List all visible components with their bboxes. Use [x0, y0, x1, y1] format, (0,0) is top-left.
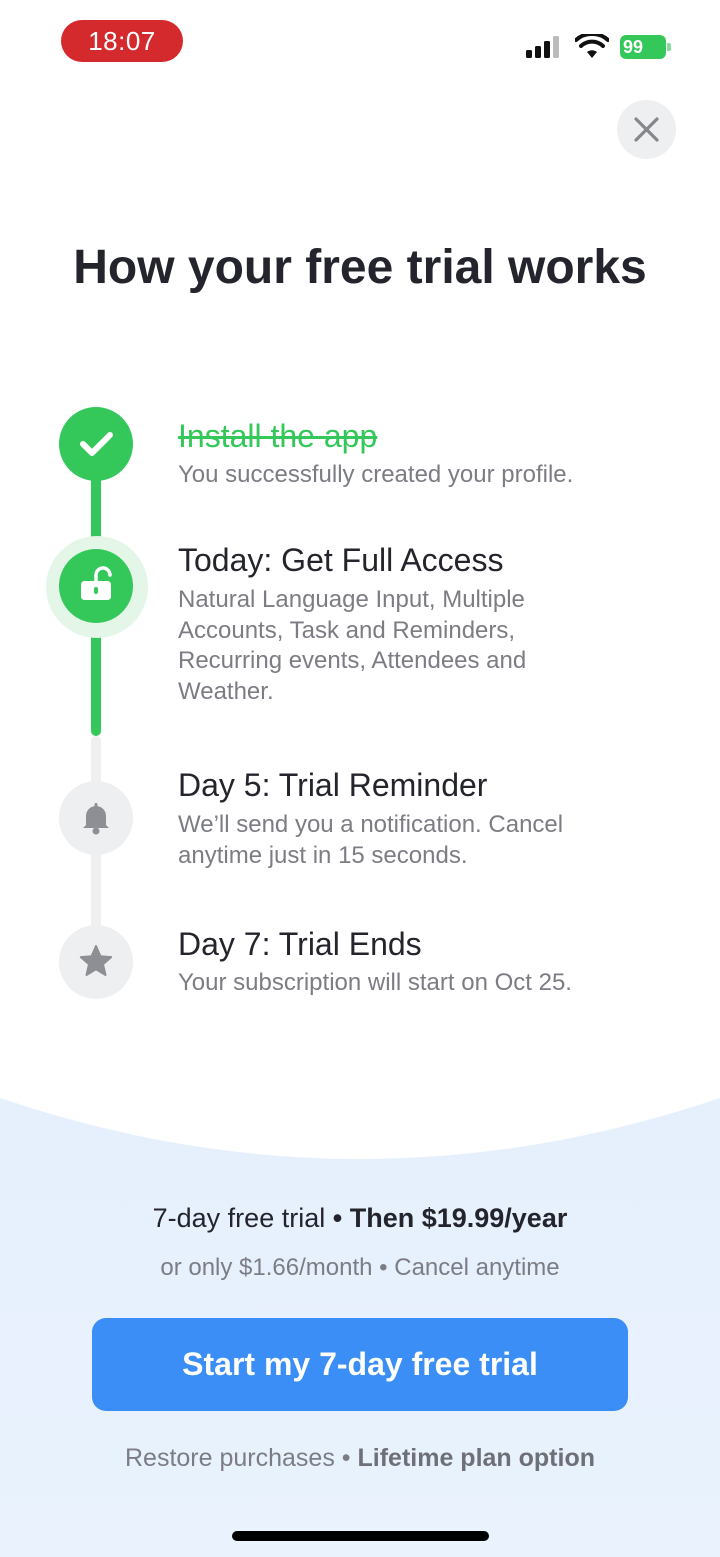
- footer-links: Restore purchases • Lifetime plan option: [0, 1444, 720, 1473]
- step-desc-day7: Your subscription will start on Oct 25.: [178, 969, 572, 996]
- pricing-summary: 7-day free trial • Then $19.99/year: [0, 1203, 720, 1234]
- cancel-anytime-text: Cancel anytime: [394, 1254, 560, 1281]
- step-node-completed: [59, 407, 133, 481]
- footer-separator: •: [341, 1444, 351, 1472]
- trial-length-text: 7-day free trial: [152, 1203, 326, 1233]
- step-desc-install: You successfully created your profile.: [178, 461, 574, 488]
- page-title: How your free trial works: [73, 241, 647, 294]
- battery-level: 99: [623, 37, 644, 57]
- monthly-price-text: or only $1.66/month: [160, 1254, 373, 1281]
- star-icon: [79, 945, 113, 976]
- wifi-icon: [575, 34, 609, 58]
- price-separator: •: [332, 1203, 343, 1233]
- status-time: 18:07: [61, 20, 183, 62]
- cellular-signal-icon: [526, 36, 559, 58]
- step-title-day5: Day 5: Trial Reminder: [178, 767, 488, 803]
- battery-cap: [667, 43, 671, 51]
- pricing-details: or only $1.66/month • Cancel anytime: [0, 1254, 720, 1282]
- unlock-icon: [81, 566, 112, 600]
- step-title-install: Install the app: [178, 418, 378, 454]
- checkmark-icon: [80, 432, 113, 456]
- close-icon: [634, 117, 659, 142]
- step-desc-today: Natural Language Input, Multiple Account…: [178, 586, 527, 705]
- start-trial-button[interactable]: Start my 7-day free trial: [92, 1318, 628, 1411]
- home-indicator: [232, 1531, 489, 1541]
- close-button[interactable]: [617, 100, 676, 159]
- restore-purchases-link[interactable]: Restore purchases: [125, 1444, 335, 1472]
- yearly-price-text: Then $19.99/year: [349, 1203, 568, 1233]
- step-node-end: [59, 925, 133, 999]
- step-node-current: [59, 549, 133, 623]
- step-title-day7: Day 7: Trial Ends: [178, 926, 422, 962]
- details-separator: •: [379, 1254, 388, 1281]
- step-title-today: Today: Get Full Access: [178, 542, 504, 578]
- bell-icon: [83, 803, 109, 835]
- lifetime-plan-link[interactable]: Lifetime plan option: [358, 1444, 596, 1472]
- step-desc-day5: We’ll send you a notification. Cancel an…: [178, 811, 564, 869]
- battery-indicator: 99: [620, 35, 666, 59]
- step-node-reminder: [59, 781, 133, 855]
